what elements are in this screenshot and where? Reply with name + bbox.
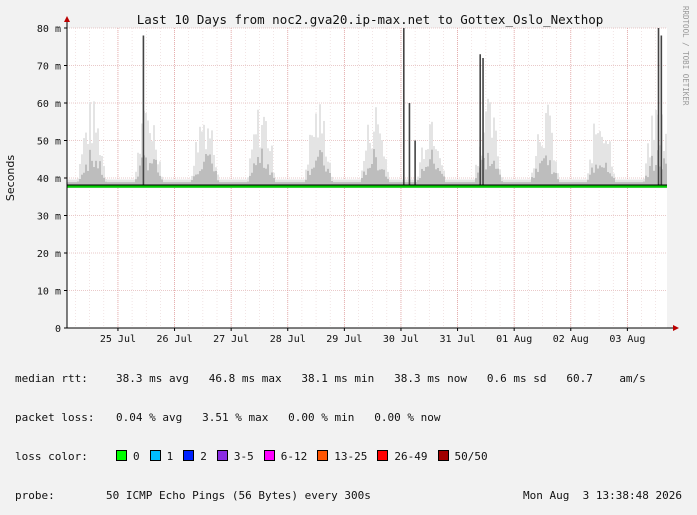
median-rtt-row: median rtt: 38.3 ms avg 46.8 ms max 38.1 … (15, 372, 690, 385)
loss-color-items: 0 1 2 3-5 6-12 13-25 26-49 50/50 (116, 450, 498, 463)
packet-loss-values: 0.04 % avg 3.51 % max 0.00 % min 0.00 % … (116, 411, 441, 424)
y-tick-label: 10 m (37, 287, 61, 298)
y-tick-label: 20 m (37, 249, 61, 260)
median-rtt-values: 38.3 ms avg 46.8 ms max 38.1 ms min 38.3… (116, 372, 646, 385)
y-tick-label: 40 m (37, 174, 61, 185)
loss-color-item-label: 3-5 (233, 450, 254, 463)
probe-row: probe: 50 ICMP Echo Pings (56 Bytes) ever… (15, 489, 690, 502)
loss-color-swatch (149, 450, 161, 461)
x-tick-label: 31 Jul (440, 334, 476, 345)
packet-loss-row: packet loss: 0.04 % avg 3.51 % max 0.00 %… (15, 411, 690, 424)
packet-loss-label: packet loss: (15, 411, 95, 424)
x-tick-label: 28 Jul (270, 334, 306, 345)
y-axis-label: Seconds (4, 155, 17, 201)
loss-color-swatch (183, 450, 195, 461)
loss-color-swatch (377, 450, 389, 461)
x-tick-label: 26 Jul (156, 334, 192, 345)
loss-color-item: 6-12 (263, 450, 308, 463)
probe-label: probe: (15, 489, 55, 502)
loss-color-item: 1 (149, 450, 174, 463)
loss-color-item-label: 6-12 (280, 450, 308, 463)
y-tick-label: 50 m (37, 137, 61, 148)
x-axis-arrow (673, 325, 679, 331)
y-tick-label: 80 m (37, 24, 61, 35)
x-tick-label: 03 Aug (609, 334, 645, 345)
x-tick-label: 30 Jul (383, 334, 419, 345)
loss-color-item: 0 (116, 450, 140, 463)
y-tick-label: 70 m (37, 62, 61, 73)
y-tick-label: 0 (55, 324, 61, 335)
x-tick-label: 27 Jul (213, 334, 249, 345)
loss-color-item-label: 50/50 (454, 450, 488, 463)
loss-color-item-label: 2 (200, 450, 207, 463)
loss-color-item: 3-5 (216, 450, 254, 463)
loss-color-item-label: 26-49 (394, 450, 428, 463)
loss-color-item: 2 (183, 450, 207, 463)
loss-color-row: loss color: 0 1 2 3-5 6-12 13-25 26-49 50/50 (15, 450, 690, 463)
loss-color-item: 50/50 (437, 450, 488, 463)
x-tick-label: 29 Jul (326, 334, 362, 345)
x-tick-label: 25 Jul (100, 334, 136, 345)
smokeping-chart: Last 10 Days from noc2.gva20.ip-max.net … (4, 6, 690, 345)
loss-color-item-label: 13-25 (334, 450, 368, 463)
loss-color-swatch (317, 450, 329, 461)
median-rtt-label: median rtt: (15, 372, 88, 385)
loss-color-swatch (116, 450, 127, 461)
legend: median rtt: 38.3 ms avg 46.8 ms max 38.1 … (15, 346, 690, 515)
loss-color-label: loss color: (15, 450, 88, 463)
loss-color-item-label: 1 (166, 450, 174, 463)
x-tick-label: 01 Aug (496, 334, 532, 345)
loss-color-swatch (437, 450, 449, 461)
y-tick-label: 30 m (37, 212, 61, 223)
x-tick-label: 02 Aug (553, 334, 589, 345)
y-tick-labels: 0 10 m 20 m 30 m 40 m 50 m 60 m 70 m 80 m (37, 24, 67, 335)
loss-color-swatch (263, 450, 275, 461)
timestamp: Mon Aug 3 13:38:48 2026 (523, 489, 682, 502)
median-line (67, 184, 667, 188)
y-tick-label: 60 m (37, 99, 61, 110)
loss-color-item-label: 0 (133, 450, 140, 463)
rrdtool-credit: RRDTOOL / TOBI OETIKER (681, 6, 690, 106)
loss-color-swatch (216, 450, 228, 461)
loss-color-item: 13-25 (317, 450, 367, 463)
loss-color-item: 26-49 (377, 450, 428, 463)
x-tick-labels: 25 Jul 26 Jul 27 Jul 28 Jul 29 Jul 30 Jul 31 J… (100, 328, 645, 345)
chart-title: Last 10 Days from noc2.gva20.ip-max.net … (137, 12, 604, 27)
probe-text: 50 ICMP Echo Pings (56 Bytes) every 300s (106, 489, 371, 502)
y-axis-arrow (64, 16, 70, 22)
